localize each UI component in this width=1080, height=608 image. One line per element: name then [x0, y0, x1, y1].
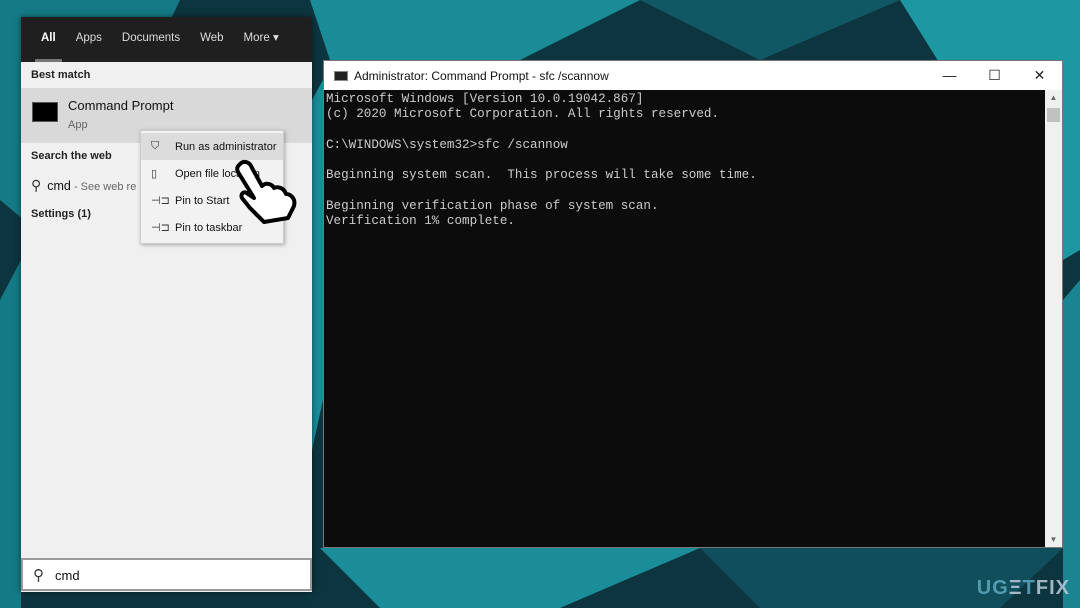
menu-label: Run as administrator — [175, 140, 277, 153]
cmd-icon — [334, 70, 348, 81]
ugetfix-watermark: UGΞTFIX — [976, 577, 1070, 599]
file-icon: ▯ — [151, 168, 158, 180]
search-input[interactable]: ⚲ cmd — [21, 558, 312, 591]
scrollbar-thumb[interactable] — [1047, 108, 1060, 122]
window-title: Administrator: Command Prompt - sfc /sca… — [354, 68, 609, 83]
console-output[interactable]: Microsoft Windows [Version 10.0.19042.86… — [324, 90, 1062, 230]
search-web-heading: Search the web — [31, 150, 112, 162]
search-value: cmd — [55, 568, 80, 583]
close-button[interactable]: ✕ — [1017, 67, 1062, 84]
pin-icon: ⊣⊐ — [151, 222, 170, 234]
search-icon: ⚲ — [31, 177, 42, 193]
scroll-up-arrow-icon[interactable]: ▲ — [1045, 93, 1062, 102]
result-title: Command Prompt — [68, 98, 174, 113]
tab-documents[interactable]: Documents — [112, 17, 190, 62]
tab-web[interactable]: Web — [190, 17, 233, 62]
tab-more[interactable]: More ▾ — [234, 17, 289, 62]
pin-icon: ⊣⊐ — [151, 195, 170, 207]
scroll-down-arrow-icon[interactable]: ▼ — [1045, 535, 1062, 544]
tab-apps[interactable]: Apps — [66, 17, 112, 62]
title-bar[interactable]: Administrator: Command Prompt - sfc /sca… — [324, 61, 1062, 90]
vertical-scrollbar[interactable]: ▲ ▼ — [1045, 90, 1062, 547]
shield-admin-icon: ⛉ — [151, 140, 160, 152]
minimize-button[interactable]: — — [927, 67, 972, 84]
web-result[interactable]: ⚲ cmd - See web re — [31, 177, 136, 194]
command-prompt-window: Administrator: Command Prompt - sfc /sca… — [323, 60, 1063, 548]
menu-label: Pin to Start — [175, 194, 230, 207]
search-filter-tabs: All Apps Documents Web More ▾ — [21, 17, 312, 62]
search-icon: ⚲ — [33, 567, 44, 584]
maximize-button[interactable]: ☐ — [972, 67, 1017, 84]
hand-cursor-icon — [235, 159, 297, 224]
start-menu-search-panel: All Apps Documents Web More ▾ Best match… — [21, 17, 312, 592]
result-subtitle: App — [68, 119, 88, 131]
best-match-heading: Best match — [31, 69, 91, 81]
settings-heading[interactable]: Settings (1) — [31, 208, 91, 220]
menu-item-run-as-administrator[interactable]: ⛉ Run as administrator — [141, 133, 283, 160]
tab-all[interactable]: All — [31, 17, 66, 62]
web-query: cmd — [47, 179, 71, 193]
web-hint: - See web re — [70, 181, 137, 193]
cmd-icon — [32, 102, 58, 122]
